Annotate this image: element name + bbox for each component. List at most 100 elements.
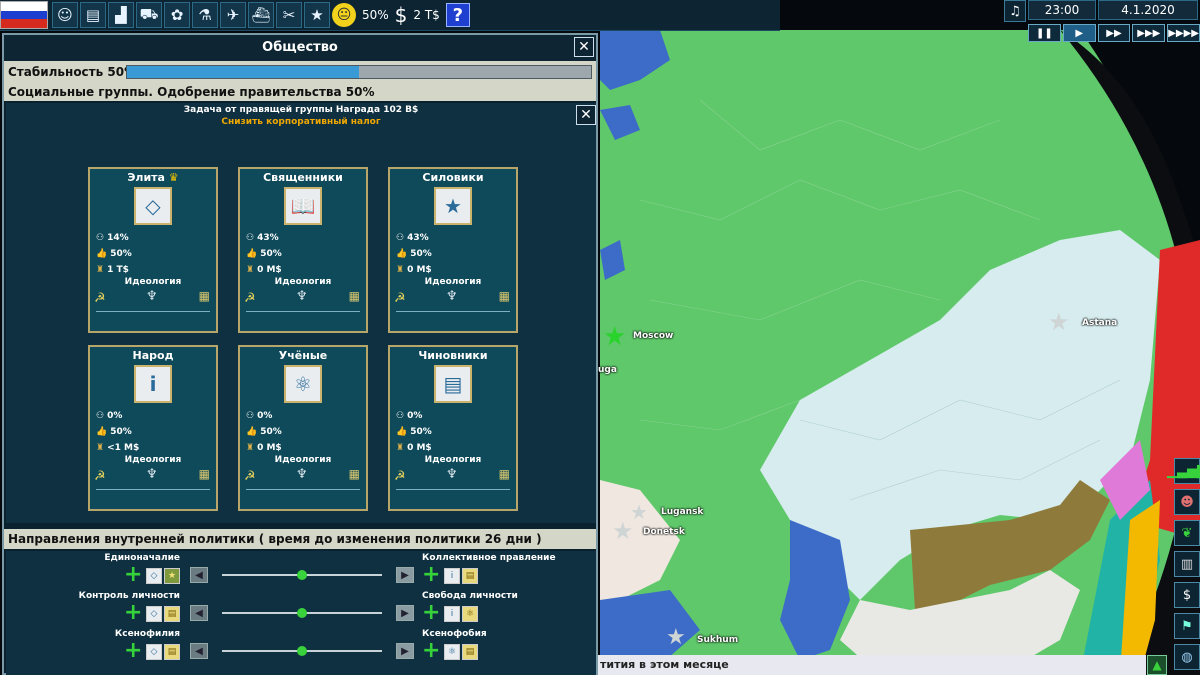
- share-value: 0%: [257, 411, 273, 421]
- policy-slider-knob[interactable]: [297, 646, 307, 656]
- money-value: 0 M$: [257, 265, 282, 275]
- stats-icon[interactable]: ▁▃▅▇: [1167, 458, 1200, 484]
- star-icon[interactable]: ★: [304, 2, 330, 28]
- population-share: ⚇ 0%: [96, 411, 122, 421]
- torch-icon[interactable]: ♆: [446, 289, 458, 304]
- people-icon[interactable]: ☻: [1174, 489, 1200, 515]
- shop-icon[interactable]: ⛟: [136, 2, 162, 28]
- group-name-text: Силовики: [422, 171, 484, 184]
- city-astana[interactable]: Astana: [1082, 318, 1117, 328]
- policy-left-button[interactable]: ◀: [190, 605, 208, 621]
- capital-star-icon[interactable]: ★: [603, 324, 626, 350]
- share-value: 0%: [107, 411, 123, 421]
- social-group-card[interactable]: Силовики ★ ⚇ 43% 👍 50% ♜ 0 M$ Идеология ☭ ♆…: [388, 167, 518, 333]
- task-close-button[interactable]: ✕: [576, 105, 596, 125]
- approval-value: 50%: [110, 249, 132, 259]
- policy-header-row: Направления внутренней политики ( время …: [4, 529, 596, 549]
- policy-slider-knob[interactable]: [297, 608, 307, 618]
- group-icon: 📖: [284, 187, 322, 225]
- approval: 👍 50%: [96, 249, 132, 259]
- group-name: Чиновники: [390, 349, 516, 362]
- policy-slider-knob[interactable]: [297, 570, 307, 580]
- speed-4-button[interactable]: ▶▶▶▶: [1167, 24, 1200, 42]
- group-icon: ⚛: [284, 365, 322, 403]
- ecology-icon[interactable]: ✿: [164, 2, 190, 28]
- building-icon: ▦: [348, 289, 360, 303]
- approval-value: 50%: [410, 427, 432, 437]
- group-mini-icon: ▤: [462, 568, 478, 584]
- flag-icon[interactable]: ⚑: [1174, 613, 1200, 639]
- group-mini-icon: ▤: [164, 606, 180, 622]
- city-moscow[interactable]: Moscow: [633, 331, 673, 341]
- city-sukhum[interactable]: Sukhum: [697, 635, 738, 645]
- globe-icon[interactable]: ◍: [1174, 644, 1200, 670]
- group-name-text: Чиновники: [418, 349, 488, 362]
- up-arrow-icon[interactable]: ▲: [1147, 655, 1167, 675]
- social-group-card[interactable]: Чиновники ▤ ⚇ 0% 👍 50% ♜ 0 M$ Идеология ☭ ♆…: [388, 345, 518, 511]
- speed-3-button[interactable]: ▶▶▶: [1132, 24, 1166, 42]
- social-group-card[interactable]: Элита ♛ ◇ ⚇ 14% 👍 50% ♜ 1 T$ Идеология ☭ ♆ …: [88, 167, 218, 333]
- pause-button[interactable]: ❚❚: [1028, 24, 1061, 42]
- ideology-label: Идеология: [274, 455, 332, 465]
- industry-icon[interactable]: ▟: [108, 2, 134, 28]
- ideology-scale: [96, 489, 210, 490]
- population-icon[interactable]: ☺: [52, 2, 78, 28]
- group-name-text: Учёные: [278, 349, 328, 362]
- stability-bar: [126, 65, 592, 79]
- torch-icon[interactable]: ♆: [296, 467, 308, 482]
- stability-label: Стабильность 50%: [8, 65, 137, 79]
- speed-1-button[interactable]: ▶: [1062, 24, 1096, 42]
- share-value: 43%: [257, 233, 279, 243]
- policies-area: Единоначалие + ◇ ★ ◀ ▶ Коллективное прав…: [6, 551, 596, 675]
- approval: 👍 50%: [96, 427, 132, 437]
- city-kaluga[interactable]: uga: [598, 365, 617, 375]
- army-icon[interactable]: ✈: [220, 2, 246, 28]
- ideology-label: Идеология: [424, 277, 482, 287]
- policy-left-button[interactable]: ◀: [190, 567, 208, 583]
- city-star-icon: ★: [612, 517, 634, 545]
- policy-right-button[interactable]: ▶: [396, 605, 414, 621]
- torch-icon[interactable]: ♆: [146, 467, 158, 482]
- policy-right-button[interactable]: ▶: [396, 567, 414, 583]
- close-button[interactable]: ✕: [574, 37, 594, 57]
- social-group-card[interactable]: Народ i ⚇ 0% 👍 50% ♜ <1 M$ Идеология ☭ ♆ ▦: [88, 345, 218, 511]
- speed-2-button[interactable]: ▶▶: [1097, 24, 1131, 42]
- thumbs-up-icon: 👍: [96, 427, 108, 437]
- money-bag-icon: ♜: [96, 265, 105, 275]
- hammer-sickle-icon: ☭: [394, 469, 406, 484]
- building-icon[interactable]: ▥: [1174, 551, 1200, 577]
- tools-icon[interactable]: ✂: [276, 2, 302, 28]
- policy-right-button[interactable]: ▶: [396, 643, 414, 659]
- help-button[interactable]: ?: [445, 3, 470, 27]
- mood-icon[interactable]: 😐: [332, 3, 356, 27]
- flag-stripe: [1, 19, 47, 29]
- torch-icon[interactable]: ♆: [296, 289, 308, 304]
- country-flag[interactable]: [0, 1, 48, 29]
- population-share: ⚇ 43%: [246, 233, 279, 243]
- torch-icon[interactable]: ♆: [446, 467, 458, 482]
- hammer-sickle-icon: ☭: [244, 469, 256, 484]
- policy-left-button[interactable]: ◀: [190, 643, 208, 659]
- policy-row: Контроль личности + ◇ ▤ ◀ ▶ Свобода личн…: [6, 591, 596, 627]
- dollar-exchange-icon[interactable]: $: [1174, 582, 1200, 608]
- city-donetsk[interactable]: Donetsk: [643, 527, 685, 537]
- social-group-card[interactable]: Священники 📖 ⚇ 43% 👍 50% ♜ 0 M$ Идеология ☭…: [238, 167, 368, 333]
- task-subtitle[interactable]: Снизить корпоративный налог: [6, 117, 596, 127]
- building-icon: ▦: [198, 467, 210, 481]
- approval-value: 50%: [260, 427, 282, 437]
- flag-stripe: [1, 2, 47, 11]
- science-icon[interactable]: ⚗: [192, 2, 218, 28]
- hierarchy-icon: ⚇: [246, 233, 255, 243]
- group-name-text: Священники: [263, 171, 343, 184]
- approval: 👍 50%: [246, 427, 282, 437]
- social-group-card[interactable]: Учёные ⚛ ⚇ 0% 👍 50% ♜ 0 M$ Идеология ☭ ♆ ▦: [238, 345, 368, 511]
- music-icon[interactable]: ♫: [1004, 0, 1026, 22]
- torch-icon[interactable]: ♆: [146, 289, 158, 304]
- vehicles-icon[interactable]: ⛴: [248, 2, 274, 28]
- population-share: ⚇ 14%: [96, 233, 129, 243]
- clock-panel: ♫ 23:00 4.1.2020 ❚❚ ▶ ▶▶ ▶▶▶ ▶▶▶▶: [1004, 0, 1200, 44]
- news-ticker[interactable]: тития в этом месяце: [598, 655, 1146, 675]
- leaf-icon[interactable]: ❦: [1174, 520, 1200, 546]
- city-lugansk[interactable]: Lugansk: [661, 507, 703, 517]
- economy-icon[interactable]: ▤: [80, 2, 106, 28]
